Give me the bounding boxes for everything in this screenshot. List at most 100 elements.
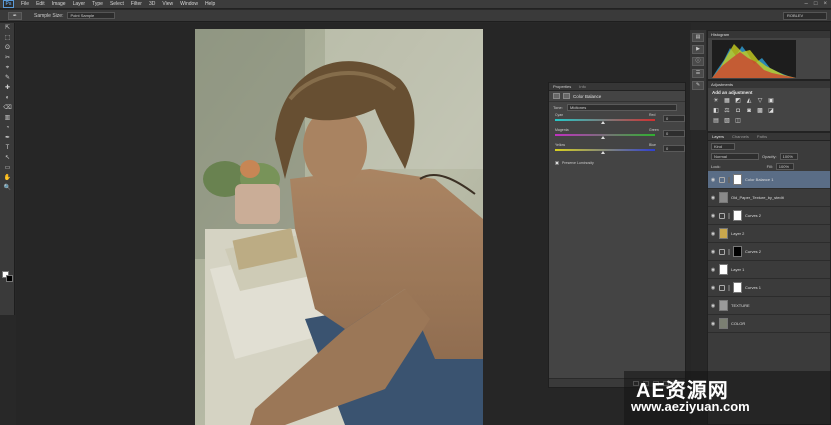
preserve-luminosity[interactable]: Preserve Luminosity	[549, 157, 685, 169]
lasso-tool-icon[interactable]: ʘ	[0, 43, 15, 53]
dodge-tool-icon[interactable]: ◔	[0, 123, 15, 133]
crop-tool-icon[interactable]: ✂	[0, 53, 15, 63]
menu-file[interactable]: File	[21, 1, 29, 7]
tab-histogram[interactable]: Histogram	[708, 31, 830, 38]
layer-row[interactable]: ◉ Color Balance 1	[708, 171, 830, 189]
tone-select[interactable]: Midtones	[567, 103, 677, 111]
adjustment-option-icon[interactable]: ◧	[712, 108, 720, 115]
mask-link-icon[interactable]	[728, 284, 730, 291]
color-slider[interactable]: Yellow Blue 0	[553, 142, 685, 157]
brush-presets-icon[interactable]: ✎	[692, 81, 704, 90]
tab-paths[interactable]: Paths	[753, 134, 771, 139]
type-tool-icon[interactable]: T	[0, 143, 15, 153]
color-slider[interactable]: Magenta Green 0	[553, 127, 685, 142]
visibility-eye-icon[interactable]: ◉	[710, 231, 716, 237]
gradient-tool-icon[interactable]: ▥	[0, 113, 15, 123]
adjustment-option-icon[interactable]: ▣	[767, 98, 775, 105]
properties-icon[interactable]: ☰	[692, 69, 704, 78]
adjustment-option-icon[interactable]: ▦	[723, 98, 731, 105]
layer-row[interactable]: ◉ Curves 2	[708, 207, 830, 225]
fill-input[interactable]: 100%	[775, 162, 794, 170]
visibility-eye-icon[interactable]: ◉	[710, 177, 716, 183]
slider-handle[interactable]	[601, 136, 605, 139]
mask-icon[interactable]	[563, 93, 570, 99]
slider-value-input[interactable]: 0	[663, 130, 685, 137]
adjustment-option-icon[interactable]: ☀	[712, 98, 720, 105]
adjustment-option-icon[interactable]: ▤	[712, 118, 720, 125]
tab-info[interactable]: Info	[575, 84, 590, 89]
eyedropper-tool-icon[interactable]: ⌖	[0, 63, 15, 73]
slider-handle[interactable]	[601, 121, 605, 124]
adjustment-option-icon[interactable]: ◩	[734, 98, 742, 105]
adjustment-option-icon[interactable]: ▩	[756, 108, 764, 115]
healing-tool-icon[interactable]: ✚	[0, 83, 15, 93]
opacity-input[interactable]: 100%	[779, 152, 798, 160]
menu-help[interactable]: Help	[205, 1, 215, 7]
visibility-eye-icon[interactable]: ◉	[710, 303, 716, 309]
menu-edit[interactable]: Edit	[36, 1, 45, 7]
path-select-icon[interactable]: ↖	[0, 153, 15, 163]
adjustment-option-icon[interactable]: ▽	[756, 98, 764, 105]
slider-track[interactable]	[555, 149, 655, 151]
menu-filter[interactable]: Filter	[131, 1, 142, 7]
tab-layers[interactable]: Layers	[708, 134, 728, 139]
visibility-eye-icon[interactable]: ◉	[710, 213, 716, 219]
layer-row[interactable]: ◉ Layer 1	[708, 261, 830, 279]
adjustment-option-icon[interactable]: ◘	[734, 108, 742, 115]
minimize-icon[interactable]: –	[805, 1, 808, 7]
adjustment-option-icon[interactable]: ▧	[723, 118, 731, 125]
visibility-eye-icon[interactable]: ◉	[710, 285, 716, 291]
history-brush-icon[interactable]: ◐	[0, 93, 15, 103]
adjustment-option-icon[interactable]: ◙	[745, 108, 753, 115]
kind-filter-select[interactable]: Kind	[711, 142, 735, 150]
slider-value-input[interactable]: 0	[663, 115, 685, 122]
menu-type[interactable]: Type	[92, 1, 103, 7]
visibility-eye-icon[interactable]: ◉	[710, 195, 716, 201]
visibility-eye-icon[interactable]: ◉	[710, 267, 716, 273]
mask-link-icon[interactable]	[728, 176, 730, 183]
slider-track[interactable]	[555, 134, 655, 136]
layer-row[interactable]: ◉ Curves 1	[708, 279, 830, 297]
workspace-select[interactable]: ROBLEV	[783, 12, 827, 20]
menu-view[interactable]: View	[162, 1, 173, 7]
info-icon[interactable]: ⓘ	[692, 57, 704, 66]
eyedropper-preset-icon[interactable]: ✒	[8, 11, 22, 20]
close-icon[interactable]: ×	[823, 1, 827, 7]
slider-handle[interactable]	[601, 151, 605, 154]
background-color-swatch[interactable]	[6, 275, 13, 282]
sample-size-select[interactable]: Point Sample	[67, 12, 116, 19]
maximize-icon[interactable]: □	[814, 1, 818, 7]
slider-track[interactable]	[555, 119, 655, 121]
document-photo[interactable]	[195, 29, 483, 425]
tab-channels[interactable]: Channels	[728, 134, 753, 139]
layer-row[interactable]: ◉ Curves 2	[708, 243, 830, 261]
menu-window[interactable]: Window	[180, 1, 198, 7]
menu-layer[interactable]: Layer	[73, 1, 86, 7]
mask-link-icon[interactable]	[728, 248, 730, 255]
adjustment-option-icon[interactable]: ◫	[734, 118, 742, 125]
move-tool-icon[interactable]: ⇱	[0, 23, 15, 33]
slider-value-input[interactable]: 0	[663, 145, 685, 152]
marquee-tool-icon[interactable]: ⬚	[0, 33, 15, 43]
tab-adjustments[interactable]: Adjustments	[708, 81, 830, 88]
shape-tool-icon[interactable]: ▭	[0, 163, 15, 173]
adjustment-option-icon[interactable]: ⚖	[723, 108, 731, 115]
preserve-checkbox[interactable]	[555, 161, 559, 165]
actions-icon[interactable]: ▶	[692, 45, 704, 54]
color-slider[interactable]: Cyan Red 0	[553, 112, 685, 127]
visibility-eye-icon[interactable]: ◉	[710, 249, 716, 255]
history-icon[interactable]: ▤	[692, 33, 704, 42]
zoom-tool-icon[interactable]: 🔍	[0, 183, 15, 193]
adjustment-option-icon[interactable]: ◪	[767, 108, 775, 115]
visibility-eye-icon[interactable]: ◉	[710, 321, 716, 327]
menu-select[interactable]: Select	[110, 1, 124, 7]
layer-row[interactable]: ◉ Old_Paper_Texture_by_stedit	[708, 189, 830, 207]
hand-tool-icon[interactable]: ✋	[0, 173, 15, 183]
eraser-tool-icon[interactable]: ⌫	[0, 103, 15, 113]
menu-image[interactable]: Image	[52, 1, 66, 7]
layer-row[interactable]: ◉ COLOR	[708, 315, 830, 333]
layer-row[interactable]: ◉ Layer 2	[708, 225, 830, 243]
adjustment-option-icon[interactable]: ◭	[745, 98, 753, 105]
mask-link-icon[interactable]	[728, 212, 730, 219]
layer-row[interactable]: ◉ TEXTURE	[708, 297, 830, 315]
